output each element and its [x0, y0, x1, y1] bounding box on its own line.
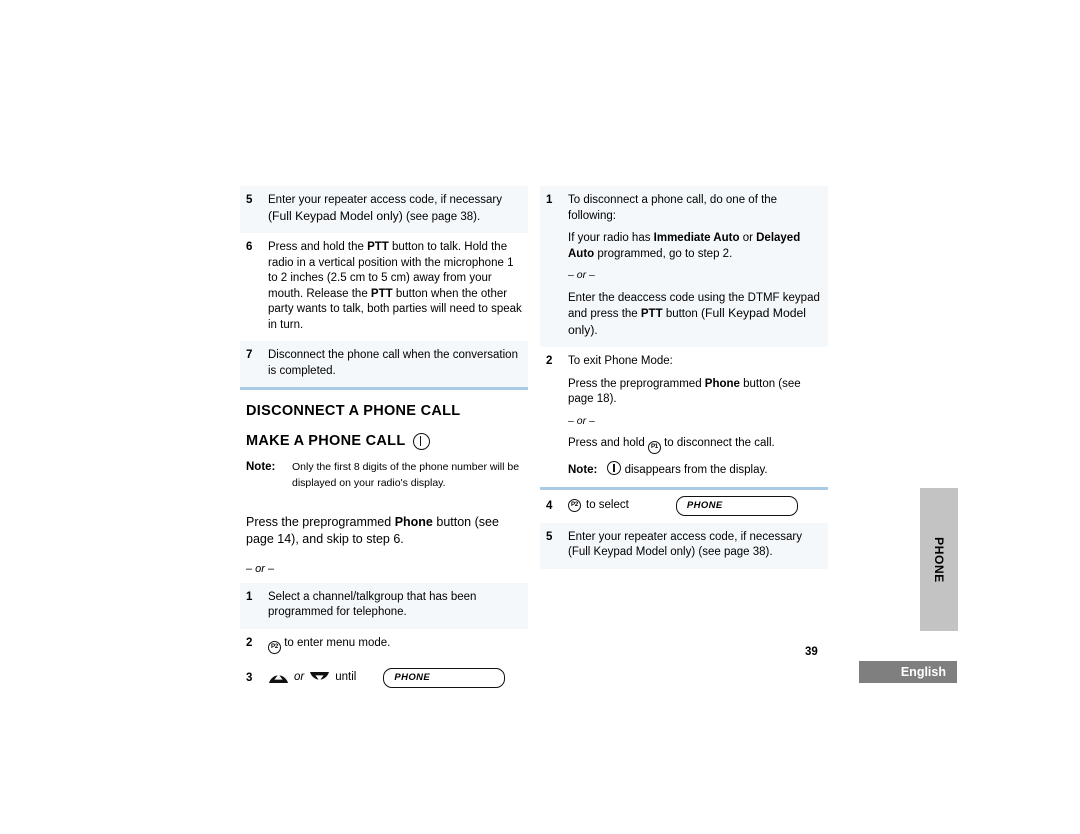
step-text: To exit Phone Mode: — [568, 355, 673, 367]
step-text: Enter your repeater access code, if nece… — [268, 194, 502, 223]
step-number: 7 — [246, 349, 253, 361]
p2-button-icon: P2 — [268, 640, 281, 654]
note-label: Note: — [568, 464, 598, 476]
radio-display-phone: PHONE — [675, 495, 798, 516]
step-row: 5 Enter your repeater access code, if ne… — [540, 522, 828, 569]
or-label: or — [294, 670, 305, 683]
step-text: Enter the deaccess code using the DTMF k… — [568, 291, 820, 337]
step-number: 1 — [546, 194, 553, 206]
step-text-after-icon: to enter menu mode. — [284, 636, 391, 649]
heading-label: DISCONNECT A PHONE CALL — [246, 403, 461, 419]
step-text: to select — [586, 498, 629, 511]
step-body: To disconnect a phone call, do one of th… — [568, 193, 822, 339]
phone-in-circle-icon — [607, 461, 622, 475]
step-row: 7 Disconnect the phone call when the con… — [240, 341, 528, 387]
step-row: 3 or until PHONE — [240, 662, 528, 695]
or-separator: – or – — [568, 269, 595, 281]
p2-button-icon: P2 — [568, 499, 581, 512]
step-number: 5 — [546, 530, 553, 543]
step-text: If your radio has Immediate Auto or Dela… — [568, 232, 801, 260]
step-body: Disconnect the phone call when the conve… — [268, 348, 522, 379]
step-text: Press and hold P1 to disconnect the call… — [568, 436, 822, 454]
step-row: 1 Select a channel/talkgroup that has be… — [240, 582, 528, 629]
step-number: 5 — [246, 194, 253, 206]
step-row: 5 Enter your repeater access code, if ne… — [240, 186, 528, 233]
note-label: Note: — [246, 461, 276, 473]
step-row: 6 Press and hold the PTT button to talk.… — [240, 233, 528, 341]
step-number: 4 — [546, 499, 553, 512]
section-heading-disconnect: DISCONNECT A PHONE CALL — [240, 390, 528, 423]
manual-page: 5 Enter your repeater access code, if ne… — [0, 0, 1080, 834]
note-text: disappears from the display. — [624, 464, 768, 476]
right-column: 1 To disconnect a phone call, do one of … — [540, 186, 828, 569]
step-body: Press and hold the PTT button to talk. H… — [268, 240, 522, 333]
intro-paragraph: Press the preprogrammed Phone button (se… — [240, 497, 528, 579]
or-separator: – or – — [246, 563, 275, 575]
phone-in-circle-icon — [412, 432, 430, 450]
up-arrow-button-icon — [268, 671, 289, 684]
step-text: Select a channel/talkgroup that has been… — [268, 590, 477, 619]
note-block: Note: Only the first 8 digits of the pho… — [240, 457, 528, 497]
left-column: 5 Enter your repeater access code, if ne… — [240, 186, 528, 695]
side-tab-label: PHONE — [932, 536, 946, 583]
language-footer: English — [859, 661, 957, 683]
step-text: Disconnect the phone call when the conve… — [268, 349, 518, 377]
step-body: Select a channel/talkgroup that has been… — [268, 590, 522, 621]
page-number: 39 — [805, 646, 818, 658]
step-number: 2 — [246, 636, 253, 649]
down-arrow-button-icon — [309, 671, 330, 684]
language-label: English — [900, 665, 946, 679]
step-row: 2 P2 to enter menu mode. — [240, 628, 528, 662]
step-text: P2 to enter menu mode. — [268, 636, 522, 654]
section-heading-make-call: MAKE A PHONE CALL — [240, 423, 528, 457]
note-content: disappears from the display. — [607, 461, 768, 479]
step-body: P2 to select PHONE — [568, 495, 822, 516]
step-body: or until PHONE — [268, 667, 522, 688]
step-body: Enter your repeater access code, if nece… — [568, 530, 822, 561]
step-number: 1 — [246, 590, 253, 603]
step-text: Press and hold the PTT button to talk. H… — [268, 241, 522, 331]
step-text: Press the preprogrammed Phone button (se… — [568, 377, 801, 406]
step-row: 1 To disconnect a phone call, do one of … — [540, 186, 828, 347]
step-number: 6 — [246, 241, 253, 253]
step-row: 4 P2 to select PHONE — [540, 490, 828, 523]
step-number: 3 — [246, 671, 253, 684]
step-text-after: until — [335, 670, 357, 683]
step-number: 2 — [546, 355, 553, 367]
step-text: Enter your repeater access code, if nece… — [568, 530, 802, 559]
step-body: Enter your repeater access code, if nece… — [268, 193, 522, 225]
step-note: Note: disappears from the display. — [568, 461, 822, 479]
side-tab-phone: PHONE — [920, 488, 958, 631]
heading-label: MAKE A PHONE CALL — [246, 433, 406, 449]
p1-button-icon: P1 — [647, 441, 661, 454]
radio-display-phone: PHONE — [383, 667, 506, 688]
step-text: To disconnect a phone call, do one of th… — [568, 194, 778, 222]
note-text: Only the first 8 digits of the phone num… — [292, 461, 520, 489]
step-body: P2 to enter menu mode. — [268, 636, 522, 654]
or-separator: – or – — [568, 414, 595, 427]
intro-text: Press the preprogrammed Phone button (se… — [246, 514, 499, 547]
step-row: 2 To exit Phone Mode: Press the preprogr… — [540, 347, 828, 487]
step-body: To exit Phone Mode: Press the preprogram… — [568, 354, 822, 479]
